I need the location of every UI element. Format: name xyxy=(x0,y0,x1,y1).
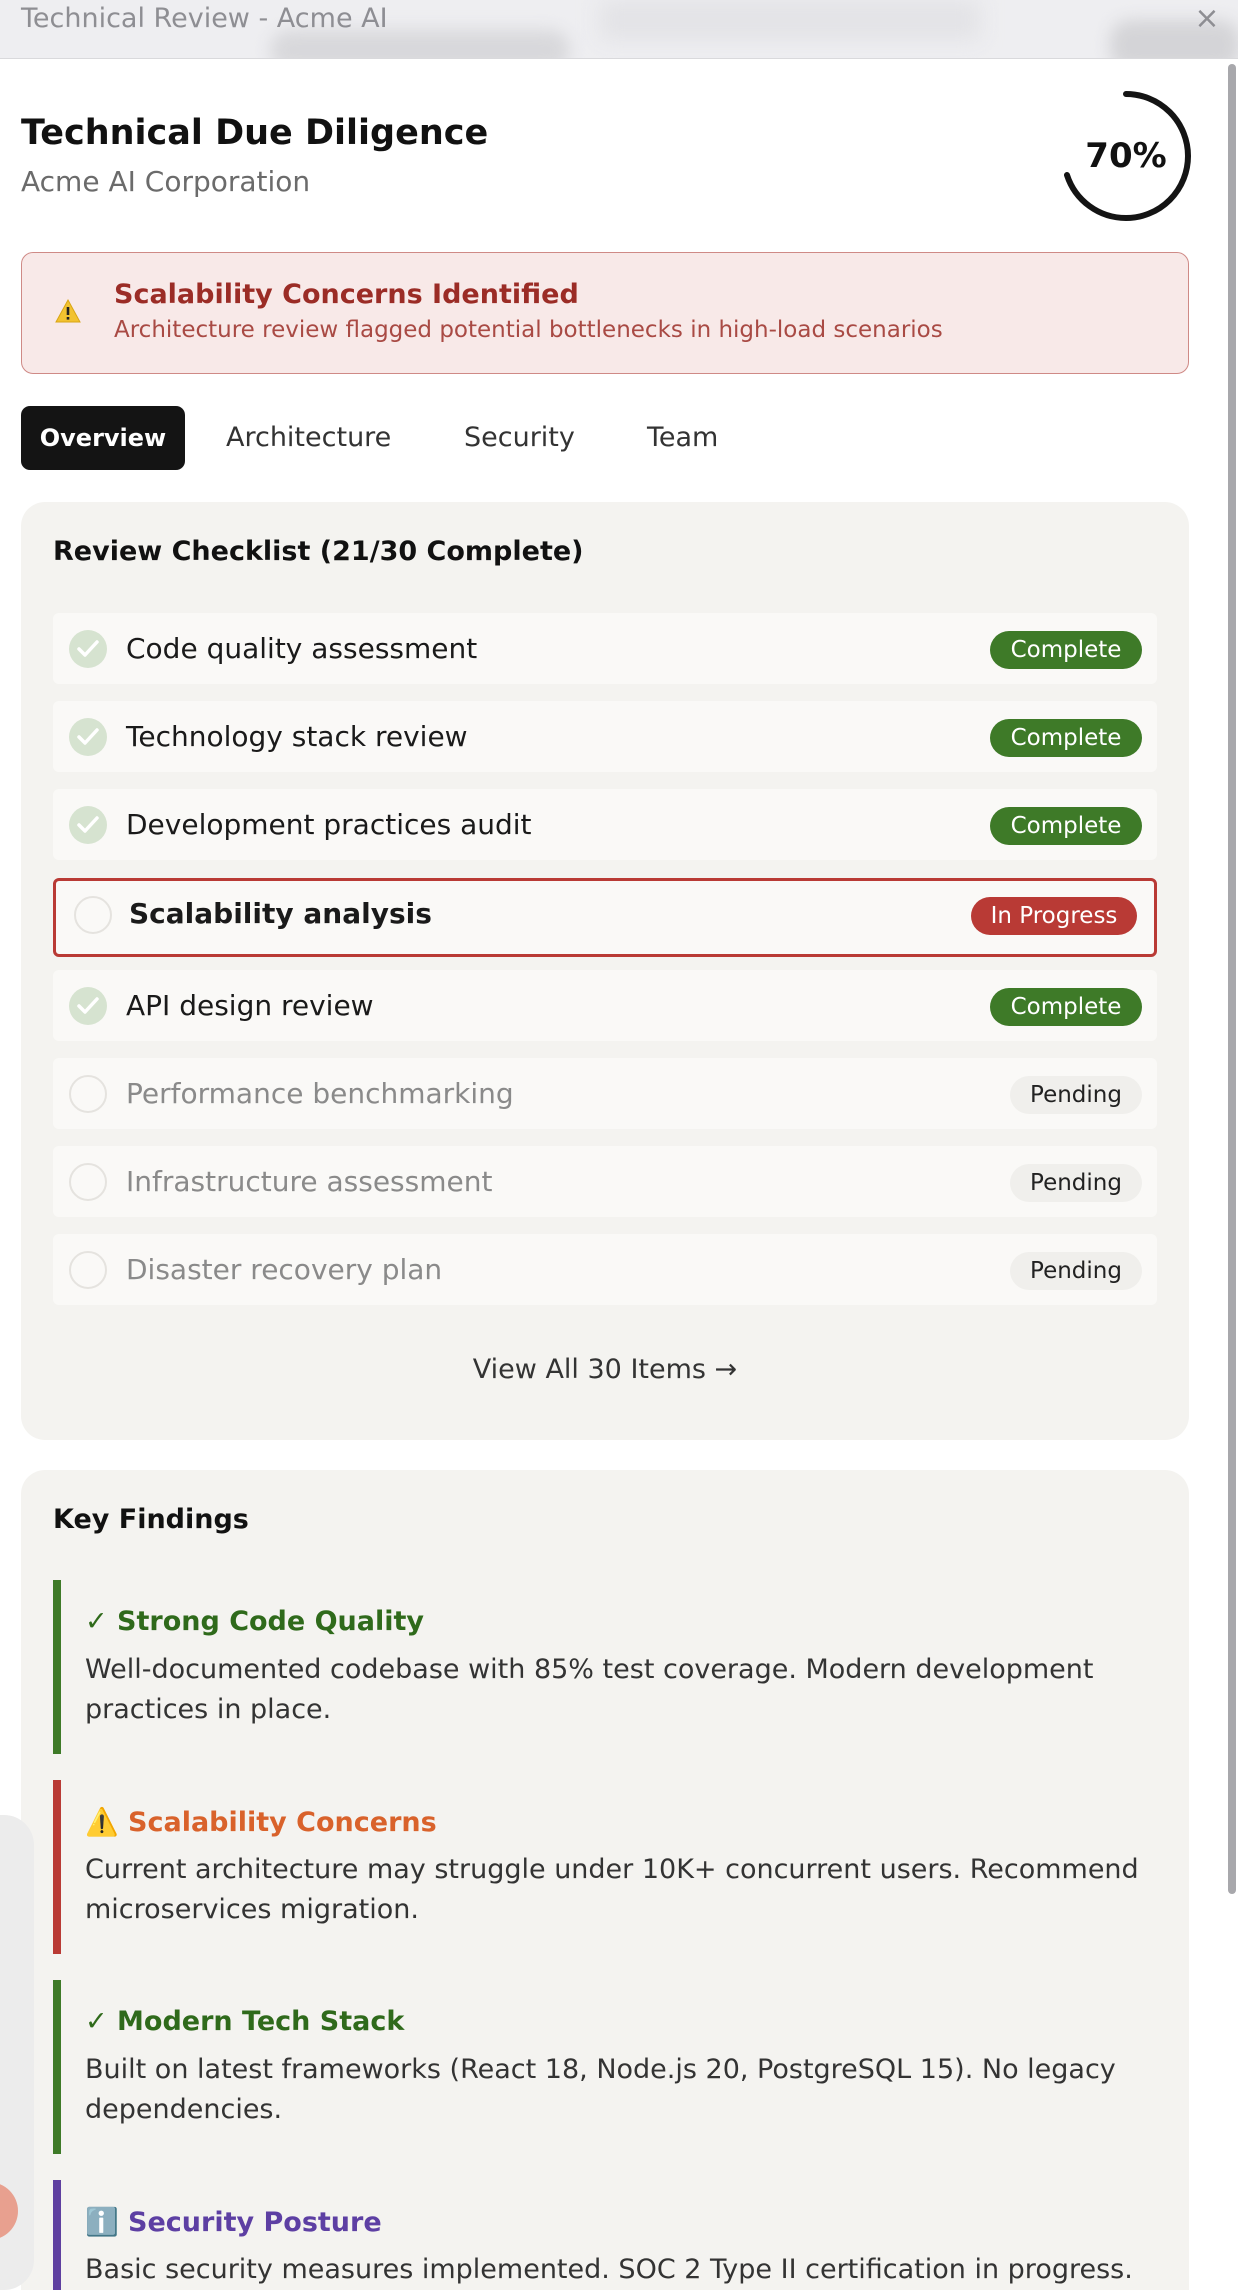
status-badge: Complete xyxy=(990,719,1142,757)
page-title: Technical Due Diligence xyxy=(21,113,489,153)
background-blur xyxy=(600,0,980,40)
checklist-item-label: Scalability analysis xyxy=(129,897,432,930)
finding-description: Current architecture may struggle under … xyxy=(85,1854,1139,1925)
review-panel: Technical Due Diligence Acme AI Corporat… xyxy=(0,60,1222,2290)
checklist-item-label: Disaster recovery plan xyxy=(126,1253,443,1286)
key-findings-card: Key Findings ✓ Strong Code Quality Well-… xyxy=(21,1470,1189,2290)
finding-title-text: Strong Code Quality xyxy=(117,1606,425,1637)
checklist-item[interactable]: API design review Complete xyxy=(53,970,1157,1041)
tab-team[interactable]: Team xyxy=(647,406,718,470)
checklist-item-label: Technology stack review xyxy=(126,720,468,753)
checklist-item-label: Performance benchmarking xyxy=(126,1077,514,1110)
status-badge: Complete xyxy=(990,988,1142,1026)
progress-percent: 70% xyxy=(1085,136,1167,176)
checkmark-icon xyxy=(69,718,107,756)
findings-title: Key Findings xyxy=(53,1504,249,1535)
company-name: Acme AI Corporation xyxy=(21,165,311,198)
finding-title: ✓ Modern Tech Stack xyxy=(85,2006,404,2037)
empty-circle-icon xyxy=(69,1251,107,1289)
status-badge: In Progress xyxy=(971,897,1137,935)
checklist-item[interactable]: Technology stack review Complete xyxy=(53,701,1157,772)
finding-item: ✓ Modern Tech Stack Built on latest fram… xyxy=(53,1980,1157,2154)
background-blur xyxy=(270,30,570,58)
empty-circle-icon xyxy=(69,1075,107,1113)
checkmark-icon: ✓ xyxy=(85,1606,108,1637)
status-badge: Complete xyxy=(990,807,1142,845)
tab-architecture[interactable]: Architecture xyxy=(226,406,391,470)
checkmark-icon xyxy=(69,806,107,844)
tab-overview[interactable]: Overview xyxy=(21,406,185,470)
close-icon[interactable]: × xyxy=(1192,2,1222,36)
status-badge: Pending xyxy=(1010,1164,1142,1202)
status-badge: Pending xyxy=(1010,1252,1142,1290)
empty-circle-icon xyxy=(74,896,112,934)
finding-description: Built on latest frameworks (React 18, No… xyxy=(85,2054,1116,2125)
finding-title: ⚠️ Scalability Concerns xyxy=(85,1806,437,1838)
review-checklist-card: Review Checklist (21/30 Complete) Code q… xyxy=(21,502,1189,1440)
info-icon: ℹ️ xyxy=(85,2207,119,2238)
checklist-item-label: Development practices audit xyxy=(126,808,532,841)
finding-description: Well-documented codebase with 85% test c… xyxy=(85,1654,1094,1725)
checklist-title: Review Checklist (21/30 Complete) xyxy=(53,536,584,567)
finding-title-text: Modern Tech Stack xyxy=(117,2006,405,2037)
alert-description: Architecture review flagged potential bo… xyxy=(114,317,943,343)
window-title: Technical Review - Acme AI xyxy=(21,3,388,34)
status-badge: Pending xyxy=(1010,1076,1142,1114)
checklist-item-label: API design review xyxy=(126,989,374,1022)
finding-title-text: Security Posture xyxy=(128,2207,382,2238)
finding-item: ⚠️ Scalability Concerns Current architec… xyxy=(53,1780,1157,1954)
scrollbar[interactable] xyxy=(1228,64,1236,1894)
finding-description: Basic security measures implemented. SOC… xyxy=(85,2254,1133,2285)
checkmark-icon xyxy=(69,630,107,668)
warning-icon: ⚠️ xyxy=(85,1807,119,1838)
checkmark-icon: ✓ xyxy=(85,2006,108,2037)
status-badge: Complete xyxy=(990,631,1142,669)
checklist-item[interactable]: Code quality assessment Complete xyxy=(53,613,1157,684)
tab-security[interactable]: Security xyxy=(464,406,575,470)
checklist-item-label: Code quality assessment xyxy=(126,632,478,665)
finding-title: ℹ️ Security Posture xyxy=(85,2206,382,2238)
scalability-alert: Scalability Concerns Identified Architec… xyxy=(21,252,1189,374)
empty-circle-icon xyxy=(69,1163,107,1201)
finding-title-text: Scalability Concerns xyxy=(128,1807,437,1838)
checklist-item[interactable]: Development practices audit Complete xyxy=(53,789,1157,860)
finding-item: ✓ Strong Code Quality Well-documented co… xyxy=(53,1580,1157,1754)
checklist-item[interactable]: Infrastructure assessment Pending xyxy=(53,1146,1157,1217)
warning-icon xyxy=(55,298,81,323)
finding-item: ℹ️ Security Posture Basic security measu… xyxy=(53,2180,1157,2290)
checklist-item[interactable]: Performance benchmarking Pending xyxy=(53,1058,1157,1129)
window-titlebar: Technical Review - Acme AI × xyxy=(0,0,1238,59)
checklist-item[interactable]: Disaster recovery plan Pending xyxy=(53,1234,1157,1305)
view-all-link[interactable]: View All 30 Items → xyxy=(21,1354,1189,1385)
checkmark-icon xyxy=(69,987,107,1025)
finding-title: ✓ Strong Code Quality xyxy=(85,1606,424,1637)
checklist-item-label: Infrastructure assessment xyxy=(126,1165,493,1198)
alert-title: Scalability Concerns Identified xyxy=(114,279,579,310)
checklist-item-active[interactable]: Scalability analysis In Progress xyxy=(53,878,1157,957)
